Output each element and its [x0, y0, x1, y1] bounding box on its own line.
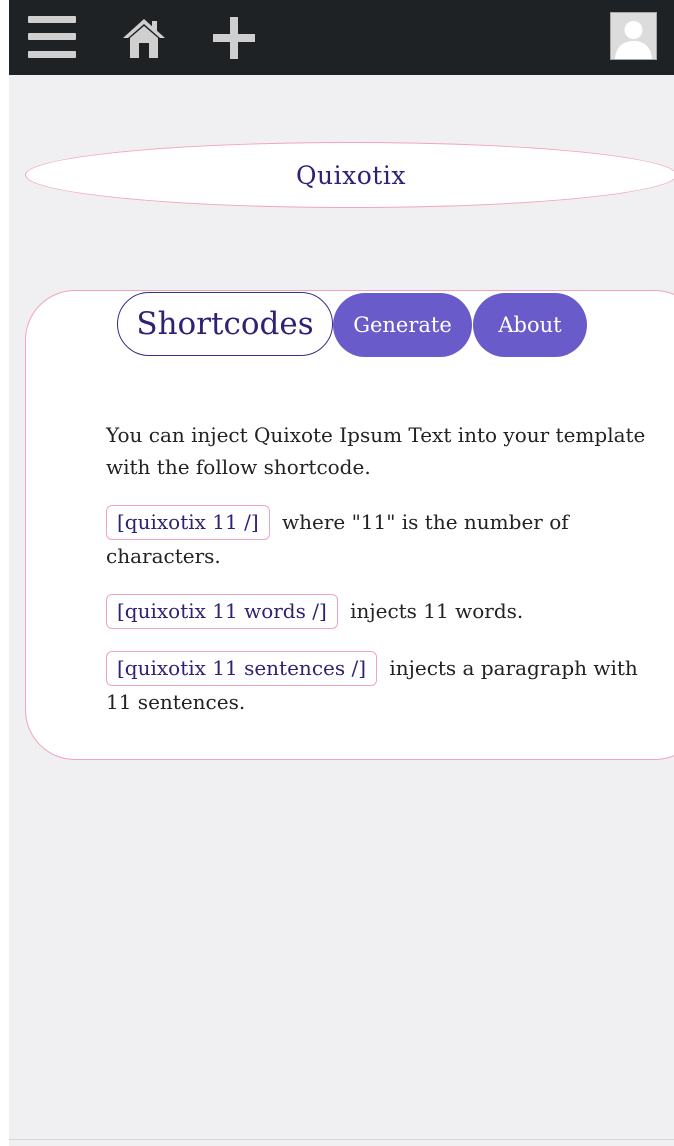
shortcode-item: [quixotix 11 sentences /] injects a para…: [106, 651, 651, 718]
bottom-divider: [9, 1139, 674, 1140]
top-navbar: [9, 0, 674, 75]
site-title: Quixotix: [296, 160, 406, 190]
shortcodes-content: You can inject Quixote Ipsum Text into y…: [106, 419, 651, 740]
menu-bar: [28, 16, 76, 23]
shortcode-item: [quixotix 11 /] where "11" is the number…: [106, 505, 651, 572]
tab-about[interactable]: About: [473, 293, 587, 357]
shortcode-chip: [quixotix 11 /]: [106, 505, 270, 540]
tab-shortcodes[interactable]: Shortcodes: [117, 292, 333, 356]
menu-bar: [28, 51, 76, 58]
content-card: Shortcodes Generate About You can inject…: [25, 290, 674, 760]
tab-generate[interactable]: Generate: [333, 293, 472, 357]
avatar[interactable]: [610, 12, 657, 60]
shortcode-description: injects 11 words.: [350, 599, 524, 623]
home-icon[interactable]: [121, 16, 167, 60]
page: Quixotix Shortcodes Generate About You c…: [9, 0, 674, 1146]
brand-banner: Quixotix: [25, 142, 674, 208]
menu-bar: [28, 33, 76, 40]
add-icon[interactable]: [211, 16, 257, 60]
menu-icon[interactable]: [28, 16, 76, 58]
shortcode-chip: [quixotix 11 words /]: [106, 594, 338, 629]
shortcode-item: [quixotix 11 words /] injects 11 words.: [106, 594, 651, 629]
shortcode-chip: [quixotix 11 sentences /]: [106, 651, 378, 686]
intro-text: You can inject Quixote Ipsum Text into y…: [106, 423, 646, 479]
